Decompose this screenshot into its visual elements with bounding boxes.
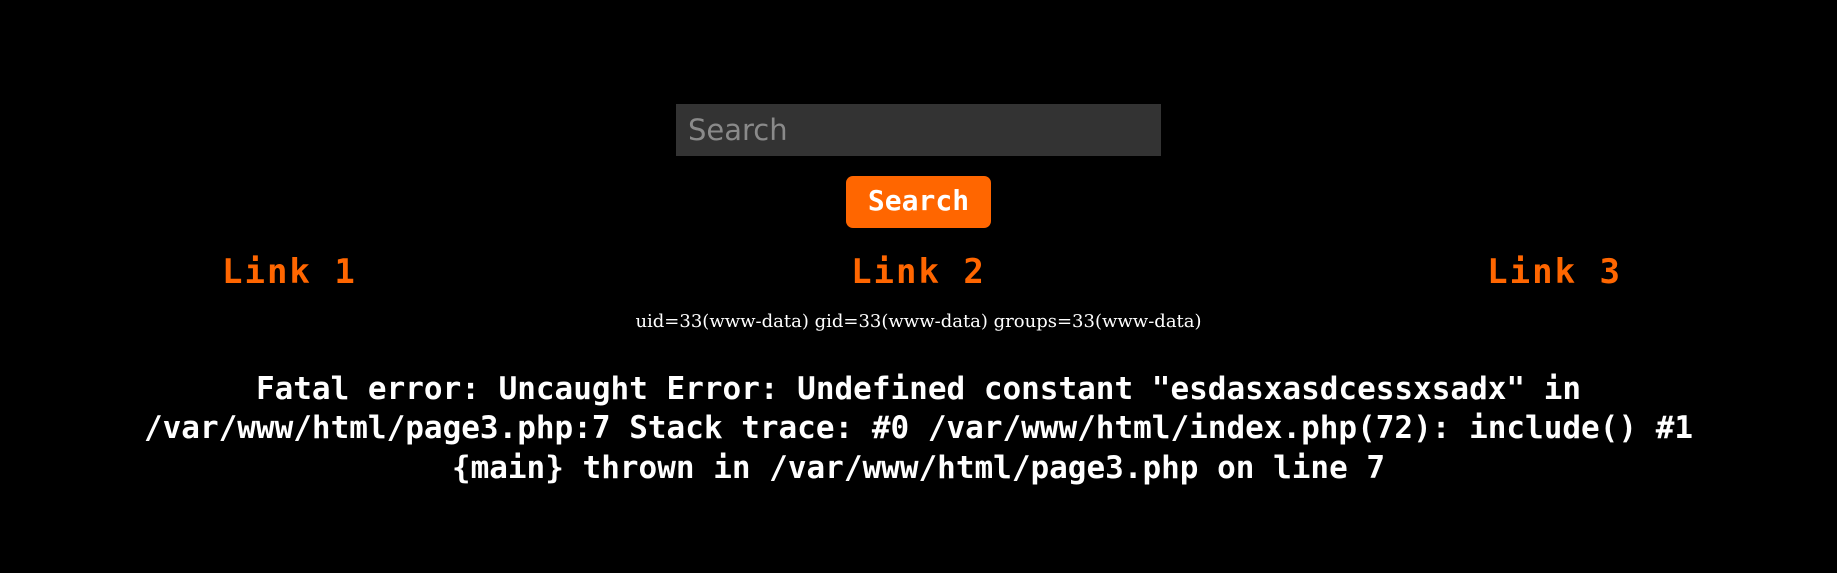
search-area: Search: [0, 0, 1837, 228]
search-button[interactable]: Search: [845, 176, 992, 228]
nav-link-3[interactable]: Link 3: [1487, 250, 1622, 294]
php-fatal-error: Fatal error: Uncaught Error: Undefined c…: [0, 370, 1837, 488]
nav-link-2[interactable]: Link 2: [851, 250, 986, 294]
nav-links-row: Link 1 Link 2 Link 3: [0, 250, 1837, 294]
php-error-line-3: {main} thrown in /var/www/html/page3.php…: [451, 449, 1386, 486]
php-error-line-1: Fatal error: Uncaught Error: Undefined c…: [255, 371, 1582, 407]
search-input[interactable]: [676, 104, 1161, 156]
id-command-output: uid=33(www-data) gid=33(www-data) groups…: [635, 311, 1202, 332]
nav-link-1[interactable]: Link 1: [222, 250, 357, 294]
php-error-line-2: /var/www/html/page3.php:7 Stack trace: #…: [143, 410, 1694, 447]
